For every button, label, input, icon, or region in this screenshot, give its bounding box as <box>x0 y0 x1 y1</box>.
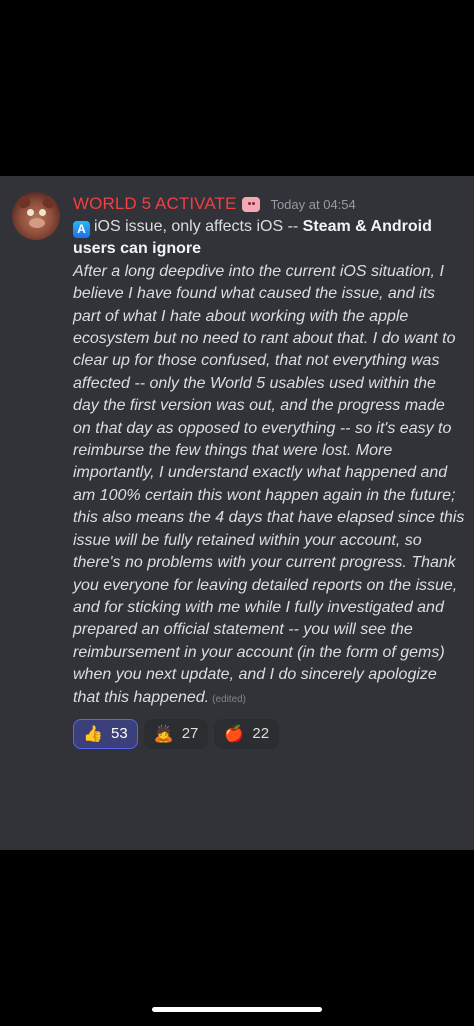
reaction-bowing[interactable]: 🙇 27 <box>143 718 209 749</box>
message-body: After a long deepdive into the current i… <box>73 261 465 711</box>
author-name[interactable]: WORLD 5 ACTIVATE <box>73 194 236 214</box>
avatar-snout <box>29 218 45 228</box>
reaction-thumbs-up[interactable]: 👍 53 <box>73 718 138 749</box>
reactions-bar: 👍 53 🙇 27 🍎 22 <box>73 718 465 749</box>
pig-face-icon[interactable] <box>242 196 261 212</box>
avatar-ear-right <box>41 194 57 210</box>
apple-icon: 🍎 <box>224 723 245 743</box>
reaction-count: 27 <box>181 725 199 743</box>
bowing-icon: 🙇 <box>153 723 174 743</box>
avatar-ear-left <box>16 194 32 210</box>
user-avatar[interactable] <box>12 192 60 240</box>
message-title: AiOS issue, only affects iOS -- Steam & … <box>73 216 465 261</box>
screen: WORLD 5 ACTIVATE Today at 04:54 AiOS iss… <box>0 0 474 1026</box>
home-indicator[interactable] <box>152 1007 322 1012</box>
thumbs-up-icon: 👍 <box>83 723 103 743</box>
message-card: WORLD 5 ACTIVATE Today at 04:54 AiOS iss… <box>0 176 474 850</box>
avatar-eye-right <box>39 209 46 216</box>
reaction-apple[interactable]: 🍎 22 <box>214 718 280 749</box>
message-timestamp: Today at 04:54 <box>270 196 356 212</box>
reaction-count: 53 <box>111 725 128 743</box>
message-body-text: After a long deepdive into the current i… <box>73 262 465 706</box>
message-content: WORLD 5 ACTIVATE Today at 04:54 AiOS iss… <box>73 192 465 749</box>
edited-label: (edited) <box>212 693 247 705</box>
reaction-count: 22 <box>252 725 270 743</box>
title-prefix: iOS issue, only affects iOS -- <box>94 218 303 235</box>
app-store-icon: A <box>73 221 90 238</box>
message-header: WORLD 5 ACTIVATE Today at 04:54 <box>73 192 465 216</box>
avatar-eye-left <box>27 209 34 216</box>
message-text: AiOS issue, only affects iOS -- Steam & … <box>73 216 465 711</box>
